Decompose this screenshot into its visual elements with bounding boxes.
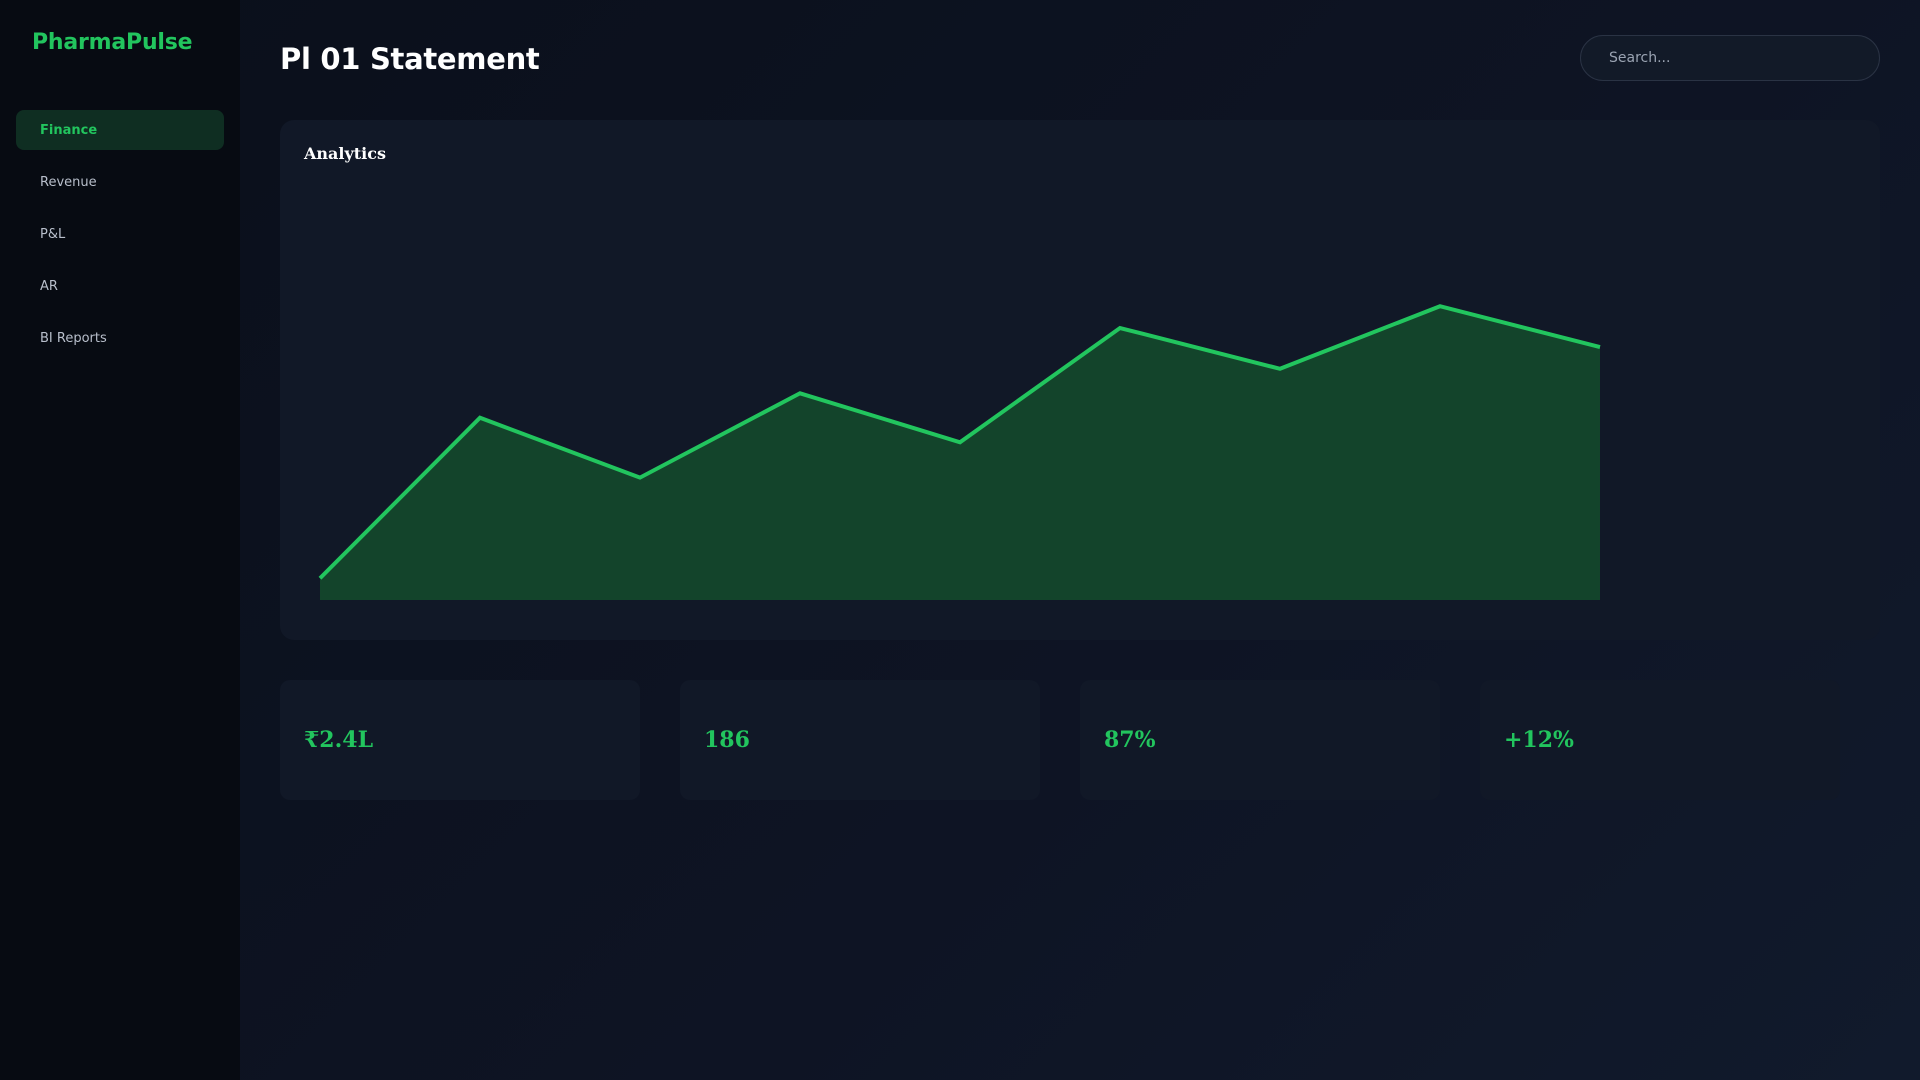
search-box[interactable] [1580,35,1880,81]
analytics-card: Analytics [280,120,1880,640]
sidebar-item-revenue[interactable]: Revenue [16,162,224,202]
sidebar-item-ar[interactable]: AR [16,266,224,306]
stat-value: 186 [704,727,750,753]
stat-value: +12% [1504,727,1574,753]
page-title: Pl 01 Statement [280,42,540,76]
stat-card-growth: +12% [1480,680,1840,800]
stat-value: 87% [1104,727,1156,753]
analytics-chart [318,304,1601,600]
chart-title: Analytics [304,144,387,163]
stat-card-revenue: ₹2.4L [280,680,640,800]
brand-logo[interactable]: PharmaPulse [32,30,193,55]
sidebar-item-finance[interactable]: Finance [16,110,224,150]
stat-card-orders: 186 [680,680,1040,800]
sidebar-nav: Finance Revenue P&L AR BI Reports [16,110,224,370]
stat-card-percentage: 87% [1080,680,1440,800]
sidebar-item-bi-reports[interactable]: BI Reports [16,318,224,358]
app-root: PharmaPulse Finance Revenue P&L AR BI Re… [0,0,1920,1080]
chart-area-fill [320,306,1600,600]
sidebar-item-pnl[interactable]: P&L [16,214,224,254]
search-input[interactable] [1609,50,1849,66]
stat-value: ₹2.4L [304,727,374,753]
sidebar: PharmaPulse Finance Revenue P&L AR BI Re… [0,0,240,1080]
